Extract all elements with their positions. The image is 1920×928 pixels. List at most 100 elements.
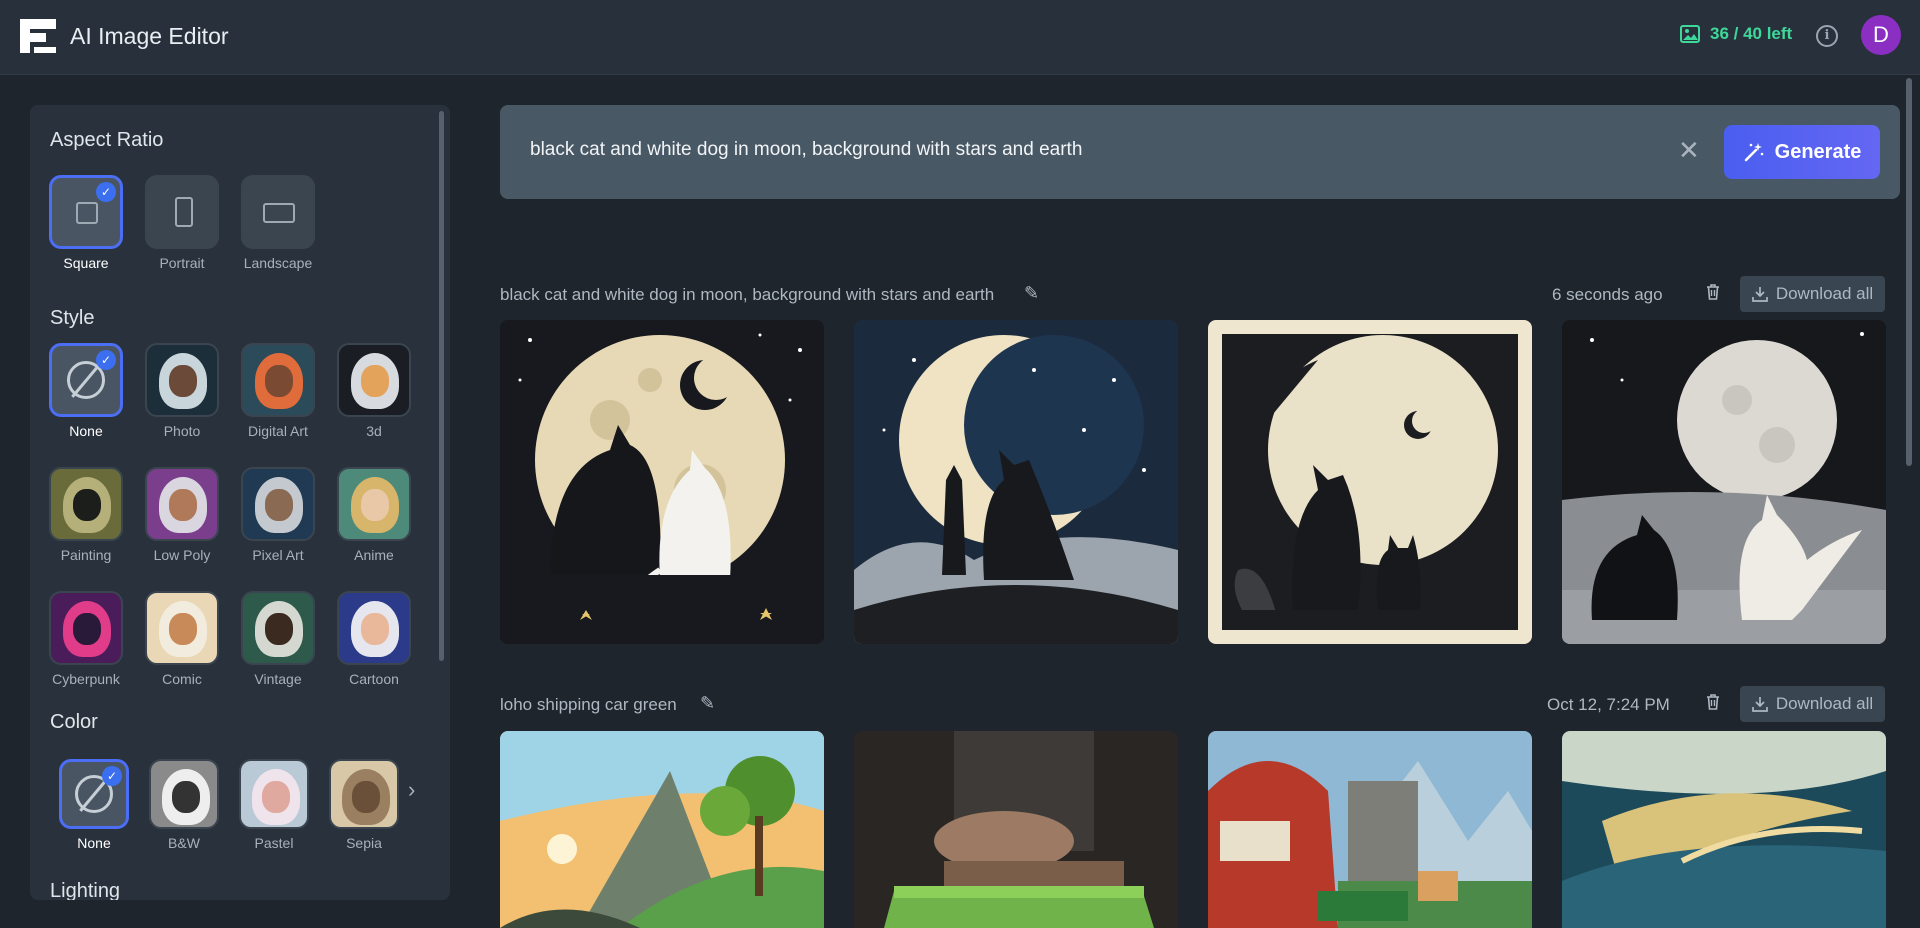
generate-label: Generate xyxy=(1774,140,1862,163)
checkmark-icon: ✓ xyxy=(96,182,116,202)
app-title: AI Image Editor xyxy=(70,23,229,49)
download-all-label: Download all xyxy=(1775,694,1874,713)
comic-thumbnail xyxy=(147,593,217,663)
bw-thumbnail xyxy=(151,761,217,827)
style-cyberpunk-option[interactable]: Cyberpunk xyxy=(48,591,124,687)
style-low-poly-option[interactable]: Low Poly xyxy=(144,467,220,563)
generated-image[interactable] xyxy=(500,731,824,928)
style-painting-option[interactable]: Painting xyxy=(48,467,124,563)
anime-thumbnail xyxy=(339,469,409,539)
checkmark-icon: ✓ xyxy=(102,766,122,786)
portrait-icon xyxy=(175,197,193,227)
generation-header: loho shipping car green ✎ Oct 12, 7:24 P… xyxy=(500,686,1885,722)
option-label: Vintage xyxy=(254,671,302,687)
aspect-landscape-option[interactable]: Landscape xyxy=(240,175,316,271)
photo-thumbnail xyxy=(147,345,217,415)
trash-icon[interactable] xyxy=(1705,283,1721,305)
option-label: Comic xyxy=(162,671,202,687)
checkmark-icon: ✓ xyxy=(96,350,116,370)
option-label: None xyxy=(69,423,103,439)
color-bw-option[interactable]: B&W xyxy=(148,759,220,851)
style-anime-option[interactable]: Anime xyxy=(336,467,412,563)
generation-time: Oct 12, 7:24 PM xyxy=(1547,695,1670,714)
style-cartoon-option[interactable]: Cartoon xyxy=(336,591,412,687)
color-none-option[interactable]: ✓ None xyxy=(58,759,130,851)
option-label: Square xyxy=(63,255,109,271)
style-pixel-art-option[interactable]: Pixel Art xyxy=(240,467,316,563)
option-label: Painting xyxy=(60,547,112,563)
option-label: 3d xyxy=(366,423,382,439)
generated-image[interactable] xyxy=(1208,320,1532,644)
download-all-button[interactable]: Download all xyxy=(1740,686,1885,722)
sidebar-scrollbar[interactable] xyxy=(439,111,444,661)
generation-header: black cat and white dog in moon, backgro… xyxy=(500,276,1885,312)
clear-icon[interactable]: ✕ xyxy=(1678,135,1700,166)
download-icon xyxy=(1751,287,1768,302)
options-sidebar: Aspect Ratio ✓ Square Portrait Landscape… xyxy=(30,105,450,900)
option-label: Sepia xyxy=(346,835,382,851)
credits-indicator: 36 / 40 left xyxy=(1680,24,1792,44)
credits-text: 36 / 40 left xyxy=(1710,24,1793,43)
edit-pencil-icon[interactable]: ✎ xyxy=(700,693,715,714)
style-photo-option[interactable]: Photo xyxy=(144,343,220,439)
sepia-thumbnail xyxy=(331,761,397,827)
cyberpunk-thumbnail xyxy=(51,593,121,663)
style-vintage-option[interactable]: Vintage xyxy=(240,591,316,687)
generated-image[interactable] xyxy=(854,731,1178,928)
download-all-label: Download all xyxy=(1775,284,1874,303)
aspect-ratio-title: Aspect Ratio xyxy=(50,129,164,151)
digital-art-thumbnail xyxy=(243,345,313,415)
trash-icon[interactable] xyxy=(1705,693,1721,715)
download-icon xyxy=(1751,697,1768,712)
app-header: AI Image Editor 36 / 40 left i D xyxy=(0,0,1920,75)
landscape-icon xyxy=(263,203,295,223)
generation-time: 6 seconds ago xyxy=(1552,285,1663,304)
aspect-portrait-option[interactable]: Portrait xyxy=(144,175,220,271)
aspect-square-option[interactable]: ✓ Square xyxy=(48,175,124,271)
image-icon xyxy=(1680,25,1700,43)
option-label: Pastel xyxy=(254,835,294,851)
color-pastel-option[interactable]: Pastel xyxy=(238,759,310,851)
download-all-button[interactable]: Download all xyxy=(1740,276,1885,312)
option-label: Cartoon xyxy=(349,671,399,687)
option-label: None xyxy=(77,835,111,851)
painting-thumbnail xyxy=(51,469,121,539)
chevron-right-icon[interactable]: › xyxy=(408,777,415,803)
prompt-input[interactable] xyxy=(530,139,1630,161)
pixel-art-thumbnail xyxy=(243,469,313,539)
color-sepia-option[interactable]: Sepia xyxy=(328,759,400,851)
generated-image[interactable] xyxy=(1562,731,1886,928)
option-label: B&W xyxy=(168,835,200,851)
option-label: Landscape xyxy=(243,255,313,271)
3d-thumbnail xyxy=(339,345,409,415)
generation-prompt: loho shipping car green xyxy=(500,695,677,714)
style-3d-option[interactable]: 3d xyxy=(336,343,412,439)
option-label: Low Poly xyxy=(153,547,211,563)
generated-image[interactable] xyxy=(1562,320,1886,644)
option-label: Cyberpunk xyxy=(52,671,120,687)
lighting-title: Lighting xyxy=(50,880,121,900)
color-title: Color xyxy=(50,711,98,733)
option-label: Pixel Art xyxy=(252,547,304,563)
main-scrollbar[interactable] xyxy=(1906,78,1912,466)
option-label: Portrait xyxy=(159,255,205,271)
square-icon xyxy=(76,202,98,224)
info-icon[interactable]: i xyxy=(1816,25,1838,47)
pastel-thumbnail xyxy=(241,761,307,827)
option-label: Photo xyxy=(163,423,201,439)
vintage-thumbnail xyxy=(243,593,313,663)
app-logo-icon[interactable] xyxy=(20,19,56,53)
cartoon-thumbnail xyxy=(339,593,409,663)
generate-button[interactable]: Generate xyxy=(1724,125,1880,179)
user-avatar[interactable]: D xyxy=(1861,15,1901,55)
generated-image[interactable] xyxy=(500,320,824,644)
generated-image[interactable] xyxy=(1208,731,1532,928)
generated-image[interactable] xyxy=(854,320,1178,644)
style-comic-option[interactable]: Comic xyxy=(144,591,220,687)
prompt-bar: ✕ Generate xyxy=(500,105,1900,199)
style-digital-art-option[interactable]: Digital Art xyxy=(240,343,316,439)
style-none-option[interactable]: ✓ None xyxy=(48,343,124,439)
style-title: Style xyxy=(50,307,95,329)
edit-pencil-icon[interactable]: ✎ xyxy=(1024,283,1039,304)
generation-prompt: black cat and white dog in moon, backgro… xyxy=(500,285,995,304)
